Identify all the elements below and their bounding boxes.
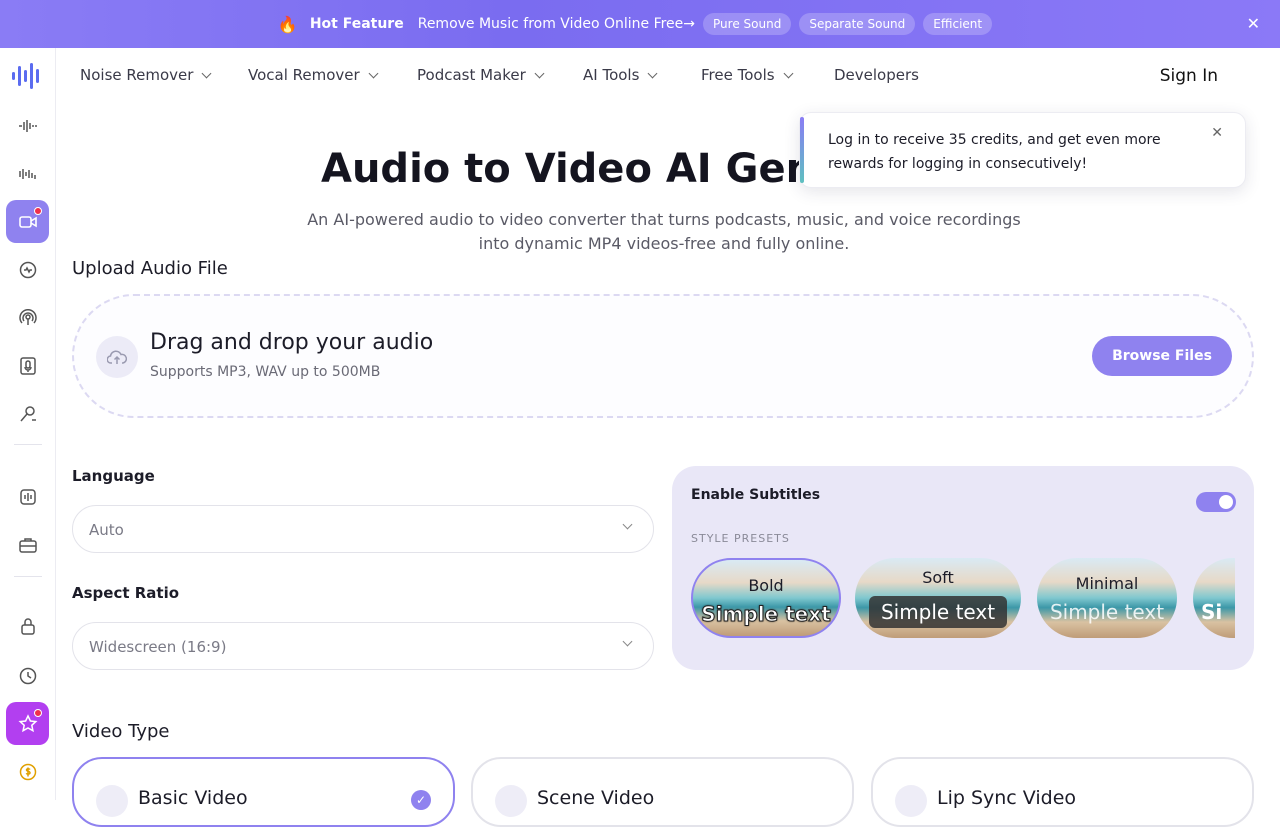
banner-pill-efficient: Efficient	[923, 13, 993, 35]
chevron-down-icon	[783, 68, 794, 78]
preset-sample: Simple text	[1049, 600, 1165, 624]
sidebar-voice-icon[interactable]	[6, 392, 49, 435]
browse-files-button[interactable]: Browse Files	[1092, 336, 1232, 376]
style-presets-label: STYLE PRESETS	[691, 532, 790, 545]
preset-soft[interactable]: Soft Simple text	[855, 558, 1021, 638]
basic-video-icon	[96, 785, 128, 817]
nav-developers[interactable]: Developers	[834, 66, 919, 84]
check-icon: ✓	[411, 790, 431, 810]
hot-feature-label: Hot Feature	[309, 16, 404, 32]
banner-close-icon[interactable]: ✕	[1247, 14, 1260, 33]
sidebar-waveform-icon[interactable]	[6, 475, 49, 518]
top-nav: Noise Remover Vocal Remover Podcast Make…	[56, 48, 1280, 104]
aspect-ratio-value: Widescreen (16:9)	[89, 638, 227, 656]
upload-heading: Upload Audio File	[72, 258, 228, 279]
dropzone-title: Drag and drop your audio	[150, 330, 434, 355]
video-type-name: Lip Sync Video	[937, 787, 1077, 809]
nav-noise-remover[interactable]: Noise Remover	[80, 66, 212, 84]
chevron-down-icon	[368, 68, 379, 78]
preset-name: Bold	[748, 576, 784, 595]
logo-icon[interactable]	[10, 62, 46, 90]
video-type-heading: Video Type	[72, 721, 170, 742]
page-subtitle: An AI-powered audio to video converter t…	[307, 210, 1021, 253]
language-value: Auto	[89, 521, 124, 539]
login-credits-toast: Log in to receive 35 credits, and get ev…	[799, 112, 1246, 188]
close-icon[interactable]: ✕	[1211, 125, 1223, 141]
video-type-lip-sync[interactable]: Lip Sync Video	[871, 757, 1254, 827]
aspect-ratio-label: Aspect Ratio	[72, 584, 180, 602]
chevron-down-icon	[201, 68, 212, 78]
preset-name: Soft	[922, 568, 954, 587]
upload-dropzone[interactable]: Drag and drop your audio Supports MP3, W…	[72, 294, 1254, 418]
nav-free-tools[interactable]: Free Tools	[701, 66, 794, 84]
toast-text: Log in to receive 35 credits, and get ev…	[828, 132, 1161, 172]
sidebar-podcast-icon[interactable]	[6, 296, 49, 339]
toast-accent	[800, 117, 804, 183]
dropzone-subtitle: Supports MP3, WAV up to 500MB	[150, 364, 381, 380]
preset-minimal[interactable]: Minimal Simple text	[1037, 558, 1177, 638]
lip-sync-video-icon	[895, 785, 927, 817]
chevron-down-icon	[622, 519, 633, 530]
fire-icon: 🔥	[277, 14, 298, 34]
chevron-down-icon	[622, 636, 633, 647]
sidebar-mic-icon[interactable]	[6, 344, 49, 387]
promo-banner: 🔥 Hot Feature Remove Music from Video On…	[0, 0, 1280, 48]
subtitles-panel: Enable Subtitles STYLE PRESETS Bold Simp…	[672, 466, 1254, 670]
sidebar-history-icon[interactable]	[6, 654, 49, 697]
notification-dot	[34, 709, 42, 717]
chevron-down-icon	[647, 68, 658, 78]
aspect-ratio-select[interactable]: Widescreen (16:9)	[72, 622, 654, 670]
sidebar-noise-icon[interactable]	[6, 104, 49, 147]
language-select[interactable]: Auto	[72, 505, 654, 553]
preset-partial[interactable]: Si	[1193, 558, 1235, 638]
sidebar-premium-icon[interactable]	[6, 702, 49, 745]
enable-subtitles-label: Enable Subtitles	[691, 487, 821, 503]
preset-sample: Simple text	[701, 602, 831, 627]
sidebar-divider	[14, 444, 42, 445]
sidebar-credits-icon[interactable]	[6, 750, 49, 793]
sidebar-lock-icon[interactable]	[6, 604, 49, 647]
chevron-down-icon	[534, 68, 545, 78]
preset-sample: Si	[1201, 600, 1223, 624]
subtitles-toggle[interactable]	[1196, 492, 1236, 512]
video-type-basic[interactable]: Basic Video ✓	[72, 757, 455, 827]
video-type-scene[interactable]: Scene Video	[471, 757, 854, 827]
sidebar-briefcase-icon[interactable]	[6, 523, 49, 566]
banner-pill-separate-sound: Separate Sound	[799, 13, 916, 35]
nav-ai-tools[interactable]: AI Tools	[583, 66, 658, 84]
banner-link[interactable]: Remove Music from Video Online Free→	[418, 16, 695, 32]
banner-pill-pure-sound: Pure Sound	[703, 13, 792, 35]
language-label: Language	[72, 467, 155, 485]
video-type-name: Scene Video	[537, 787, 655, 809]
video-type-name: Basic Video	[138, 787, 248, 809]
sidebar-divider	[14, 576, 42, 577]
nav-podcast-maker[interactable]: Podcast Maker	[417, 66, 545, 84]
scene-video-icon	[495, 785, 527, 817]
sign-in-button[interactable]: Sign In	[1160, 66, 1218, 86]
sidebar-speed-icon[interactable]	[6, 248, 49, 291]
notification-dot	[34, 207, 42, 215]
cloud-upload-icon	[96, 336, 138, 378]
sidebar-vocal-icon[interactable]	[6, 152, 49, 195]
nav-vocal-remover[interactable]: Vocal Remover	[248, 66, 379, 84]
sidebar-video-icon[interactable]	[6, 200, 49, 243]
preset-name: Minimal	[1075, 574, 1139, 593]
preset-sample: Simple text	[869, 596, 1007, 628]
sidebar	[0, 48, 56, 800]
preset-bold[interactable]: Bold Simple text	[691, 558, 841, 638]
